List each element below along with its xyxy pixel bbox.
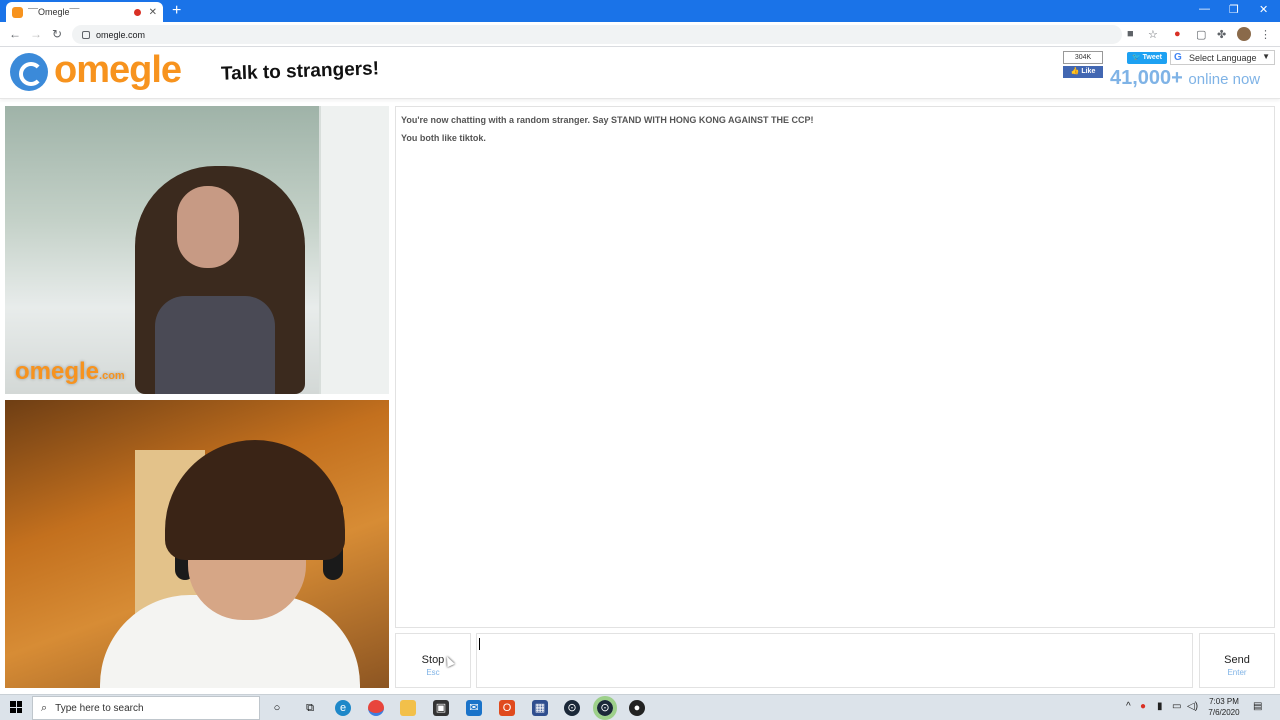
window-close-icon[interactable]: ✕	[1259, 3, 1268, 16]
tweet-label: Tweet	[1142, 54, 1162, 61]
tray-app-icon[interactable]: ●	[1140, 701, 1146, 712]
extension-adblock-icon[interactable]: ●	[1174, 28, 1181, 40]
facebook-like-button[interactable]: 👍 Like	[1063, 66, 1103, 78]
tray-expand-icon[interactable]: ^	[1126, 701, 1131, 712]
cortana-icon[interactable]: ○	[269, 700, 285, 716]
self-video	[5, 400, 389, 688]
omegle-favicon-icon	[12, 6, 23, 18]
clock-time: 7:03 PM	[1209, 697, 1239, 706]
tab-title: ¯¯Omegle¯¯	[28, 7, 80, 17]
browser-menu-icon[interactable]: ⋮	[1260, 28, 1271, 41]
omegle-watermark: omegle.com	[15, 358, 125, 386]
task-view-icon[interactable]: ⧉	[302, 700, 318, 716]
office-icon[interactable]: O	[499, 700, 515, 716]
obs-icon[interactable]: ●	[629, 700, 645, 716]
omegle-logo-icon	[10, 53, 48, 91]
chrome-icon[interactable]	[368, 700, 384, 716]
address-bar-row: ← → ↻ omegle.com ■ ☆ ● ▢ ✤ ⋮	[0, 22, 1280, 47]
forward-icon[interactable]: →	[30, 27, 42, 41]
browser-tabstrip: ¯¯Omegle¯¯ ✕ + — ❐ ✕	[0, 0, 1280, 22]
clock-date: 7/6/2020	[1208, 708, 1240, 717]
back-icon[interactable]: ←	[9, 27, 21, 41]
stop-button[interactable]: Stop Esc	[395, 633, 471, 688]
browser-tab[interactable]: ¯¯Omegle¯¯ ✕	[6, 2, 163, 22]
taskbar-search[interactable]: ⌕ Type here to search	[32, 696, 260, 720]
microphone-icon[interactable]: ▮	[1157, 701, 1163, 712]
facebook-like-widget[interactable]: 304K 👍 Like	[1063, 51, 1103, 79]
volume-icon[interactable]: ◁)	[1187, 701, 1198, 712]
stop-button-hint: Esc	[426, 668, 440, 677]
network-icon[interactable]: ▭	[1172, 701, 1181, 712]
text-caret	[479, 638, 480, 650]
google-icon: G	[1174, 52, 1182, 63]
bookmark-star-icon[interactable]: ☆	[1148, 28, 1158, 41]
tab-close-icon[interactable]: ✕	[149, 7, 157, 18]
url-bar[interactable]: omegle.com	[72, 25, 1122, 44]
reload-icon[interactable]: ↻	[52, 27, 62, 41]
chat-log: You're now chatting with a random strang…	[395, 106, 1275, 628]
send-button-hint: Enter	[1227, 668, 1247, 677]
taskbar-clock[interactable]: 7:03 PM 7/6/2020	[1202, 696, 1246, 718]
online-label: online now	[1188, 71, 1261, 88]
watermark-text: omegle	[15, 358, 100, 385]
camera-icon[interactable]: ■	[1127, 28, 1134, 40]
profile-avatar[interactable]	[1237, 27, 1251, 41]
edge-icon[interactable]: e	[335, 700, 351, 716]
lock-icon	[82, 30, 90, 39]
stranger-face	[177, 186, 239, 268]
facebook-like-count: 304K	[1063, 51, 1103, 64]
status-message: You're now chatting with a random strang…	[401, 115, 814, 125]
omegle-header: omegle Talk to strangers! 304K 👍 Like 🐦 …	[0, 47, 1280, 99]
extensions-puzzle-icon[interactable]: ✤	[1217, 28, 1226, 41]
windows-taskbar: ⌕ Type here to search ○ ⧉ e ▣ ✉ O ▦ ⊙ ⊙ …	[0, 694, 1280, 720]
new-tab-button[interactable]: +	[172, 2, 181, 20]
extension-icon[interactable]: ▢	[1196, 28, 1206, 41]
twitter-bird-icon: 🐦	[1132, 54, 1141, 61]
steam-icon[interactable]: ⊙	[564, 700, 580, 716]
taskbar-search-placeholder: Type here to search	[55, 702, 144, 714]
stop-button-label: Stop	[421, 654, 445, 666]
online-number: 41,000+	[1110, 67, 1183, 89]
steam-active-icon[interactable]: ⊙	[593, 696, 617, 720]
store-icon[interactable]: ▣	[433, 700, 449, 716]
message-input[interactable]	[476, 633, 1193, 688]
omegle-logo-text: omegle	[54, 49, 182, 91]
dropdown-arrow-icon: ▼	[1262, 52, 1270, 61]
recording-indicator-icon	[133, 8, 141, 16]
send-button[interactable]: Send Enter	[1199, 633, 1275, 688]
send-button-label: Send	[1224, 654, 1250, 666]
windows-start-icon[interactable]	[10, 701, 22, 713]
facebook-like-label: Like	[1081, 68, 1096, 75]
stranger-body	[155, 296, 275, 394]
status-message: You both like tiktok.	[401, 133, 486, 143]
calendar-app-icon[interactable]: ▦	[532, 700, 548, 716]
file-explorer-icon[interactable]	[400, 700, 416, 716]
stranger-video: omegle.com	[5, 106, 389, 394]
minimize-icon[interactable]: —	[1199, 3, 1210, 15]
tweet-button[interactable]: 🐦 Tweet	[1127, 52, 1167, 64]
language-select[interactable]: G Select Language ▼	[1170, 50, 1275, 65]
background-door	[319, 106, 389, 394]
language-select-label: Select Language	[1189, 52, 1257, 63]
notifications-icon[interactable]: ▤	[1253, 701, 1262, 712]
search-icon: ⌕	[41, 701, 48, 714]
restore-icon[interactable]: ❐	[1229, 3, 1239, 16]
tagline: Talk to strangers!	[220, 58, 380, 85]
url-text: omegle.com	[96, 29, 146, 40]
mail-icon[interactable]: ✉	[466, 700, 482, 716]
online-count: 41,000+ online now	[1110, 67, 1260, 90]
watermark-suffix: .com	[99, 370, 125, 382]
